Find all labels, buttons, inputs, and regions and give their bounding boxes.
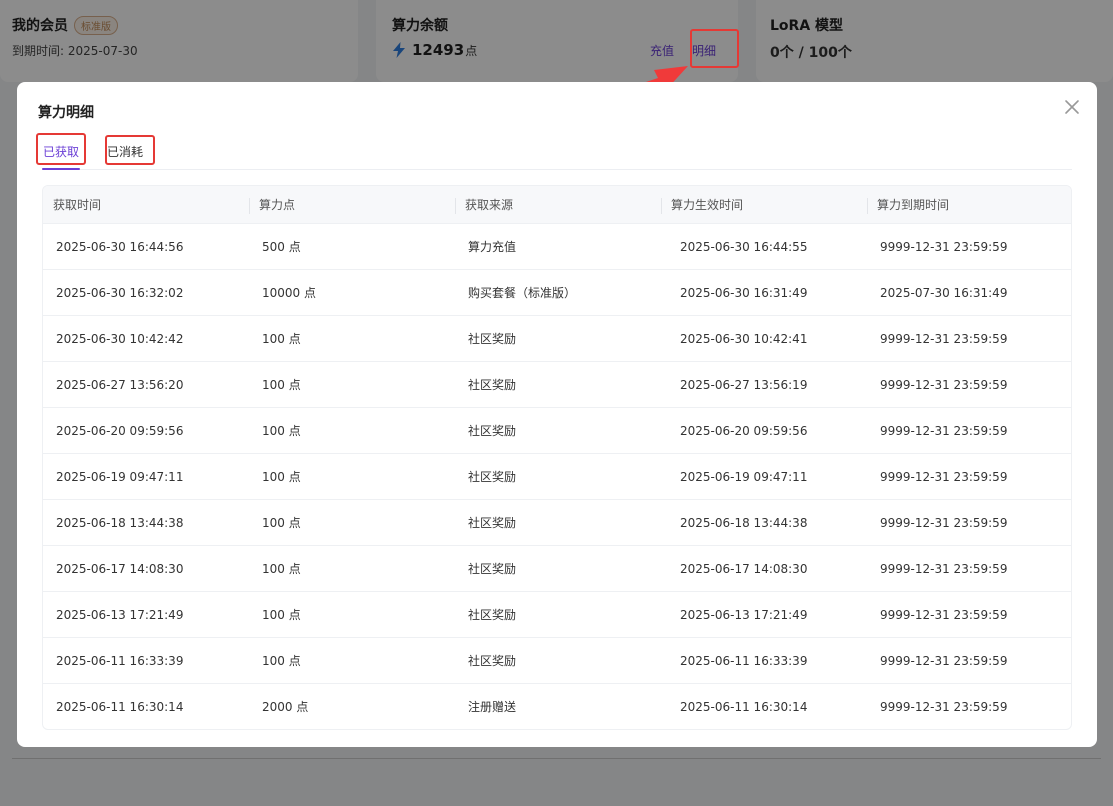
- cell-source: 社区奖励: [468, 470, 517, 484]
- table-body: 2025-06-30 16:44:56 500 点 算力充值 2025-06-30 1…: [43, 223, 1071, 729]
- annotation-box-tab-obtained: [36, 133, 86, 165]
- cell-expire-time: 9999-12-31 23:59:59: [880, 331, 1008, 346]
- cell-obtain-time: 2025-06-11 16:30:14: [56, 699, 184, 714]
- cell-source: 社区奖励: [468, 424, 517, 438]
- cell-source: 购买套餐（标准版）: [468, 286, 577, 300]
- cell-obtain-time: 2025-06-30 16:44:56: [56, 239, 184, 254]
- cell-points: 100 点: [262, 654, 301, 668]
- cell-effective-time: 2025-06-19 09:47:11: [680, 469, 808, 484]
- cell-effective-time: 2025-06-13 17:21:49: [680, 607, 808, 622]
- table-row: 2025-06-30 10:42:42 100 点 社区奖励 2025-06-30 1…: [43, 315, 1071, 361]
- cell-expire-time: 9999-12-31 23:59:59: [880, 607, 1008, 622]
- cell-effective-time: 2025-06-18 13:44:38: [680, 515, 808, 530]
- cell-effective-time: 2025-06-30 16:44:55: [680, 239, 808, 254]
- cell-points: 100 点: [262, 516, 301, 530]
- col-source: 获取来源: [455, 196, 661, 214]
- table-row: 2025-06-17 14:08:30 100 点 社区奖励 2025-06-17 1…: [43, 545, 1071, 591]
- cell-obtain-time: 2025-06-11 16:33:39: [56, 653, 184, 668]
- cell-effective-time: 2025-06-30 10:42:41: [680, 331, 808, 346]
- table-row: 2025-06-13 17:21:49 100 点 社区奖励 2025-06-13 1…: [43, 591, 1071, 637]
- cell-expire-time: 9999-12-31 23:59:59: [880, 561, 1008, 576]
- cell-points: 500 点: [262, 240, 301, 254]
- cell-source: 社区奖励: [468, 608, 517, 622]
- cell-effective-time: 2025-06-17 14:08:30: [680, 561, 808, 576]
- tab-bar: 已获取 已消耗: [42, 138, 1072, 170]
- cell-obtain-time: 2025-06-30 16:32:02: [56, 285, 184, 300]
- cell-expire-time: 9999-12-31 23:59:59: [880, 515, 1008, 530]
- table-row: 2025-06-19 09:47:11 100 点 社区奖励 2025-06-19 0…: [43, 453, 1071, 499]
- cell-obtain-time: 2025-06-19 09:47:11: [56, 469, 184, 484]
- col-obtain-time: 获取时间: [53, 198, 102, 212]
- cell-expire-time: 9999-12-31 23:59:59: [880, 699, 1008, 714]
- cell-obtain-time: 2025-06-27 13:56:20: [56, 377, 184, 392]
- table-header: 获取时间 算力点 获取来源 算力生效时间 算力到期时间: [43, 186, 1071, 223]
- cell-effective-time: 2025-06-30 16:31:49: [680, 285, 808, 300]
- cell-obtain-time: 2025-06-18 13:44:38: [56, 515, 184, 530]
- cell-points: 100 点: [262, 378, 301, 392]
- cell-effective-time: 2025-06-11 16:33:39: [680, 653, 808, 668]
- cell-expire-time: 9999-12-31 23:59:59: [880, 423, 1008, 438]
- cell-effective-time: 2025-06-11 16:30:14: [680, 699, 808, 714]
- cell-source: 算力充值: [468, 240, 517, 254]
- cell-obtain-time: 2025-06-30 10:42:42: [56, 331, 184, 346]
- cell-points: 100 点: [262, 332, 301, 346]
- cell-expire-time: 9999-12-31 23:59:59: [880, 239, 1008, 254]
- cell-points: 100 点: [262, 470, 301, 484]
- cell-expire-time: 2025-07-30 16:31:49: [880, 285, 1008, 300]
- cell-source: 社区奖励: [468, 562, 517, 576]
- cell-source: 注册赠送: [468, 700, 517, 714]
- cell-source: 社区奖励: [468, 654, 517, 668]
- cell-obtain-time: 2025-06-13 17:21:49: [56, 607, 184, 622]
- modal-title: 算力明细: [38, 105, 94, 121]
- cell-points: 100 点: [262, 562, 301, 576]
- cell-effective-time: 2025-06-27 13:56:19: [680, 377, 808, 392]
- cell-points: 100 点: [262, 424, 301, 438]
- cell-expire-time: 9999-12-31 23:59:59: [880, 377, 1008, 392]
- col-points: 算力点: [249, 196, 455, 214]
- cell-source: 社区奖励: [468, 332, 517, 346]
- points-detail-modal: 算力明细 已获取 已消耗 获取时间 算力点 获取来源 算力生效时间 算力到期时间…: [17, 82, 1097, 747]
- cell-source: 社区奖励: [468, 516, 517, 530]
- cell-obtain-time: 2025-06-17 14:08:30: [56, 561, 184, 576]
- cell-points: 100 点: [262, 608, 301, 622]
- table-row: 2025-06-27 13:56:20 100 点 社区奖励 2025-06-27 1…: [43, 361, 1071, 407]
- cell-obtain-time: 2025-06-20 09:59:56: [56, 423, 184, 438]
- cell-source: 社区奖励: [468, 378, 517, 392]
- cell-expire-time: 9999-12-31 23:59:59: [880, 469, 1008, 484]
- points-table: 获取时间 算力点 获取来源 算力生效时间 算力到期时间 2025-06-30 1…: [42, 185, 1072, 730]
- col-expire-time: 算力到期时间: [867, 196, 1071, 214]
- cell-points: 2000 点: [262, 700, 309, 714]
- cell-effective-time: 2025-06-20 09:59:56: [680, 423, 808, 438]
- table-row: 2025-06-20 09:59:56 100 点 社区奖励 2025-06-20 0…: [43, 407, 1071, 453]
- page: 我的会员 标准版 到期时间: 2025-07-30 算力余额 12493 点 充…: [0, 0, 1113, 806]
- table-row: 2025-06-30 16:44:56 500 点 算力充值 2025-06-30 1…: [43, 223, 1071, 269]
- table-row: 2025-06-18 13:44:38 100 点 社区奖励 2025-06-18 1…: [43, 499, 1071, 545]
- cell-points: 10000 点: [262, 286, 316, 300]
- cell-expire-time: 9999-12-31 23:59:59: [880, 653, 1008, 668]
- table-row: 2025-06-30 16:32:02 10000 点 购买套餐（标准版） 2025-…: [43, 269, 1071, 315]
- close-icon[interactable]: [1063, 98, 1081, 116]
- table-row: 2025-06-11 16:30:14 2000 点 注册赠送 2025-06-11 …: [43, 683, 1071, 729]
- col-effective-time: 算力生效时间: [661, 196, 867, 214]
- annotation-box-tab-consumed: [105, 135, 155, 165]
- table-row: 2025-06-11 16:33:39 100 点 社区奖励 2025-06-11 1…: [43, 637, 1071, 683]
